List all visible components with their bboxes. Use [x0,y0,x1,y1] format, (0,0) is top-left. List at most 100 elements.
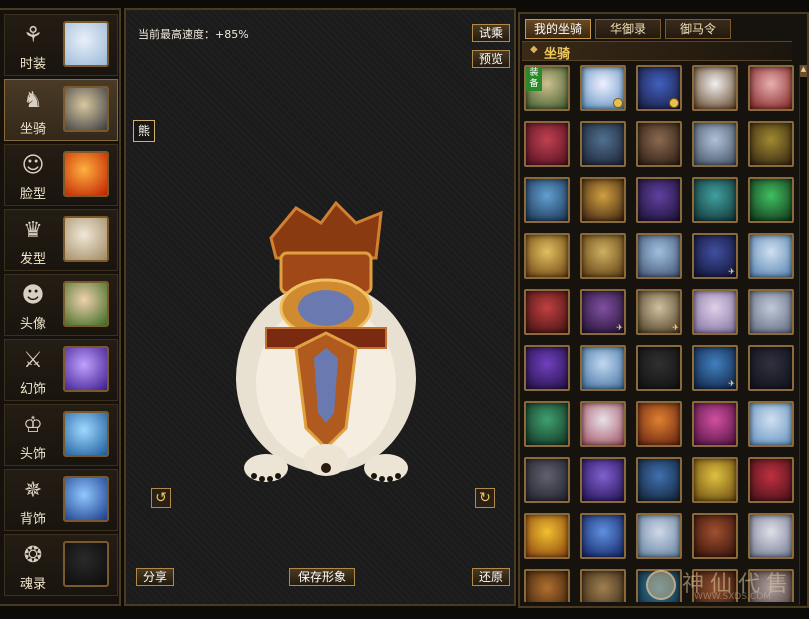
headwear-icon: ♔ [23,413,43,438]
mount-slot[interactable] [748,65,794,111]
mount-slot[interactable] [524,457,570,503]
sidebar-item-label: 脸型 [19,187,46,202]
section-header: ◆ 坐骑 [522,41,792,62]
mount-slot[interactable] [692,65,738,111]
mount-slot[interactable] [580,65,626,111]
section-bullet-icon: ◆ [530,44,538,55]
mount-slot[interactable]: ✈ [692,233,738,279]
mount-grid-scrollbar[interactable]: ▲ [799,65,807,605]
mount-slot[interactable] [636,121,682,167]
try-ride-button[interactable]: 试乘 [472,24,510,42]
mount-slot[interactable] [692,513,738,559]
sidebar-item-2[interactable]: ☺ 脸型 [4,144,118,206]
mount-slot[interactable] [692,457,738,503]
mount-slot[interactable] [748,401,794,447]
mount-slot[interactable] [748,121,794,167]
sidebar-item-label: 时装 [19,57,46,72]
hairstyle-icon: ♛ [23,218,43,243]
tab-yu-ma-ling[interactable]: 御马令 [665,19,731,39]
mount-slot[interactable] [524,121,570,167]
mount-slot[interactable] [524,233,570,279]
mount-slot[interactable] [636,65,682,111]
mount-slot[interactable] [524,345,570,391]
sidebar-item-6[interactable]: ♔ 头饰 [4,404,118,466]
mount-slot[interactable] [636,345,682,391]
flying-mount-icon: ✈ [728,379,735,388]
mount-slot[interactable] [636,513,682,559]
mount-slot[interactable] [748,569,794,602]
portrait-icon: ☻ [21,283,45,308]
sidebar-item-thumbnail [63,281,109,327]
fashion-robe-icon: ⚘ [23,23,43,48]
tab-my-mounts[interactable]: 我的坐骑 [525,19,591,39]
sidebar-item-thumbnail [63,541,109,587]
mount-slot[interactable] [580,457,626,503]
mount-slot[interactable] [524,513,570,559]
sidebar-item-7[interactable]: ✵ 背饰 [4,469,118,531]
mount-slot[interactable] [524,177,570,223]
mount-slot[interactable] [580,177,626,223]
restore-button[interactable]: 还原 [472,568,510,586]
sidebar-item-label: 幻饰 [19,382,46,397]
bear-mount-model[interactable] [226,198,426,498]
sidebar-item-0[interactable]: ⚘ 时装 [4,14,118,76]
sidebar-item-thumbnail [63,86,109,132]
flying-mount-icon: ✈ [728,267,735,276]
rotate-right-icon[interactable]: ↻ [475,488,495,508]
tab-hua-yu-lu[interactable]: 华御录 [595,19,661,39]
sidebar-item-4[interactable]: ☻ 头像 [4,274,118,336]
mount-slot[interactable] [692,401,738,447]
mount-slot[interactable] [692,121,738,167]
sidebar-item-thumbnail [63,411,109,457]
sidebar-item-label: 头饰 [19,447,46,462]
sidebar-item-label: 发型 [19,252,46,267]
sidebar-item-thumbnail [63,346,109,392]
mount-slot[interactable] [636,233,682,279]
mount-slot[interactable] [748,457,794,503]
mount-slot[interactable] [580,513,626,559]
mount-slot[interactable] [580,345,626,391]
mount-slot[interactable] [748,233,794,279]
mount-slot[interactable] [580,569,626,602]
mount-slot[interactable] [748,289,794,335]
mount-slot[interactable] [636,401,682,447]
mount-grid: 装备 ✈ ✈ ✈ ✈ [524,65,804,602]
sidebar-item-thumbnail [63,216,109,262]
mount-slot[interactable] [524,569,570,602]
mount-slot[interactable] [524,289,570,335]
sidebar-item-1[interactable]: ♞ 坐骑 [4,79,118,141]
mount-slot[interactable]: ✈ [580,289,626,335]
mount-slot[interactable] [748,513,794,559]
current-max-speed-text: 当前最高速度：+85% [138,28,249,41]
mount-slot[interactable]: ✈ [692,345,738,391]
sidebar-item-5[interactable]: ⚔ 幻饰 [4,339,118,401]
mount-slot[interactable] [580,233,626,279]
share-button[interactable]: 分享 [136,568,174,586]
mount-slot[interactable] [636,569,682,602]
sidebar-item-label: 背饰 [19,512,46,527]
mount-slot[interactable]: 装备 [524,65,570,111]
preview-button[interactable]: 预览 [472,50,510,68]
mount-slot[interactable]: ✈ [636,289,682,335]
mount-slot[interactable] [692,569,738,602]
sidebar-item-thumbnail [63,21,109,67]
save-look-button[interactable]: 保存形象 [289,568,355,586]
section-title: 坐骑 [544,47,571,62]
mount-slot[interactable] [748,177,794,223]
mount-slot[interactable] [636,457,682,503]
sidebar-item-label: 坐骑 [19,122,46,137]
sidebar-item-8[interactable]: ❂ 魂录 [4,534,118,596]
scroll-up-arrow-icon[interactable]: ▲ [800,65,807,77]
mount-slot[interactable] [524,401,570,447]
mount-slot[interactable] [636,177,682,223]
equipped-badge: 装备 [526,67,542,91]
sidebar-item-3[interactable]: ♛ 发型 [4,209,118,271]
mount-slot[interactable] [692,289,738,335]
rotate-left-icon[interactable]: ↺ [151,488,171,508]
back-ornament-icon: ✵ [23,478,43,503]
mount-slot[interactable] [748,345,794,391]
mount-slot[interactable] [580,401,626,447]
mount-slot[interactable] [580,121,626,167]
mount-slot[interactable] [692,177,738,223]
time-limited-clock-icon [613,98,623,108]
